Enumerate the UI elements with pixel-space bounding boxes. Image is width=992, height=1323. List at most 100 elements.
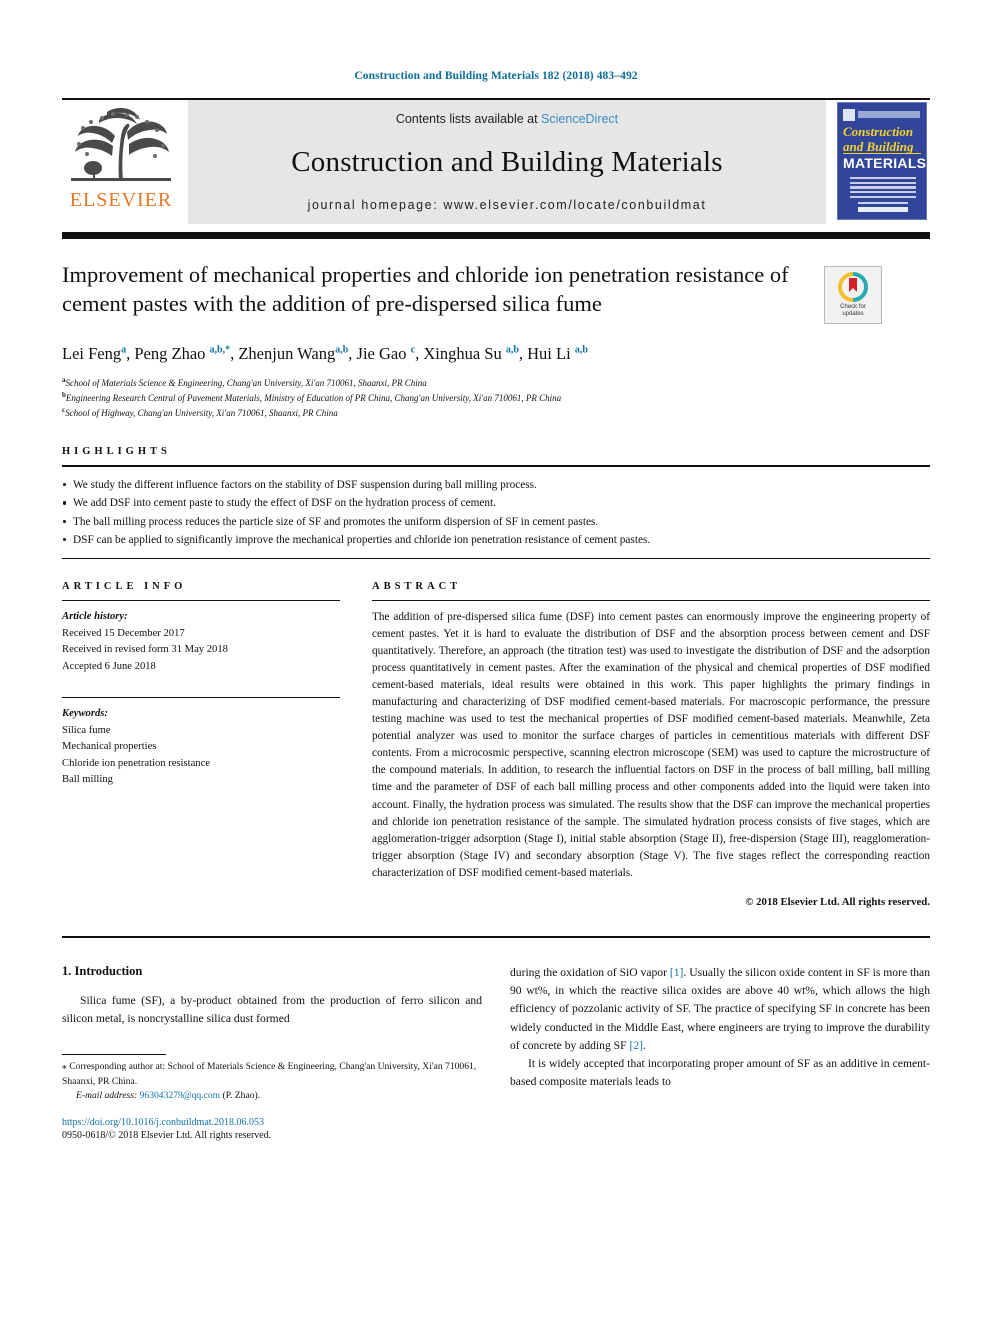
cover-top-bar bbox=[858, 111, 920, 118]
cover-publisher-mark bbox=[843, 109, 855, 121]
keywords-label: Keywords: bbox=[62, 708, 108, 720]
elsevier-tree-icon bbox=[71, 108, 171, 181]
article-info-heading: ARTICLE INFO bbox=[62, 581, 187, 593]
affiliation-item: aSchool of Materials Science & Engineeri… bbox=[62, 375, 930, 390]
keyword-item: Mechanical properties bbox=[62, 741, 157, 753]
email-link[interactable]: 963043279@qq.com bbox=[140, 1090, 221, 1101]
author-name: Peng Zhao bbox=[134, 344, 206, 363]
cover-line-3: MATERIALS bbox=[843, 155, 927, 171]
author-affil-marker: a,b,* bbox=[209, 344, 231, 356]
email-note: E-mail address: 963043279@qq.com (P. Zha… bbox=[62, 1089, 482, 1103]
author-item[interactable]: Hui Li a,b bbox=[527, 344, 588, 363]
keyword-item: Silica fume bbox=[62, 724, 111, 736]
crossmark-label: Check for updates bbox=[840, 304, 866, 319]
abstract-text: The addition of pre-dispersed silica fum… bbox=[372, 611, 930, 879]
crossmark-label-line1: Check for bbox=[840, 303, 866, 310]
affiliation-item: bEngineering Research Central of Pavemen… bbox=[62, 390, 930, 405]
history-item: Accepted 6 June 2018 bbox=[62, 660, 156, 672]
author-name: Zhenjun Wang bbox=[238, 344, 336, 363]
article-history: Article history: Received 15 December 20… bbox=[62, 601, 340, 675]
history-item: Received in revised form 31 May 2018 bbox=[62, 644, 228, 656]
masthead-black-bar bbox=[62, 232, 930, 239]
doi-link[interactable]: https://doi.org/10.1016/j.conbuildmat.20… bbox=[62, 1115, 482, 1130]
author-affil-marker: a,b bbox=[335, 344, 349, 356]
affiliation-item: cSchool of Highway, Chang'an University,… bbox=[62, 405, 930, 420]
affiliation-text: School of Materials Science & Engineerin… bbox=[65, 378, 427, 388]
keyword-item: Chloride ion penetration resistance bbox=[62, 757, 210, 769]
author-item[interactable]: Jie Gao c bbox=[357, 344, 416, 363]
citation-ref-1[interactable]: [1] bbox=[670, 966, 684, 979]
contents-prefix: Contents lists available at bbox=[395, 112, 542, 126]
author-name: Hui Li bbox=[527, 344, 571, 363]
contents-available-line: Contents lists available at ScienceDirec… bbox=[396, 112, 618, 126]
highlights-list: We study the different influence factors… bbox=[62, 467, 930, 558]
author-item[interactable]: Zhenjun Wanga,b bbox=[238, 344, 348, 363]
journal-title: Construction and Building Materials bbox=[291, 145, 723, 178]
affiliation-text: Engineering Research Central of Pavement… bbox=[65, 393, 562, 404]
email-label: E-mail address: bbox=[76, 1089, 138, 1101]
crossmark-icon bbox=[838, 271, 868, 302]
author-affil-marker: c bbox=[410, 344, 416, 356]
list-item: We study the different influence factors… bbox=[62, 476, 930, 494]
highlights-bottom-rule bbox=[62, 558, 930, 560]
cover-blurb bbox=[850, 177, 916, 199]
title-block: Improvement of mechanical properties and… bbox=[62, 260, 930, 324]
author-affil-marker: a,b bbox=[505, 344, 519, 356]
article-info-section: ARTICLE INFO Article history: Received 1… bbox=[62, 581, 340, 907]
keywords-block: Keywords: Silica fume Mechanical propert… bbox=[62, 698, 340, 789]
elsevier-logo: ELSEVIER bbox=[62, 100, 180, 224]
corresponding-author-text: ⁎ Corresponding author at: School of Mat… bbox=[62, 1061, 477, 1087]
page-title: Improvement of mechanical properties and… bbox=[62, 262, 789, 317]
list-item: The ball milling process reduces the par… bbox=[62, 513, 930, 531]
abstract-copyright: © 2018 Elsevier Ltd. All rights reserved… bbox=[745, 895, 930, 908]
author-name: Xinghua Su bbox=[423, 344, 502, 363]
list-item: We add DSF into cement paste to study th… bbox=[62, 494, 930, 512]
highlights-section: HIGHLIGHTS We study the different influe… bbox=[62, 446, 930, 560]
cover-divider bbox=[843, 153, 921, 154]
journal-masthead: ELSEVIER Contents lists available at Sci… bbox=[62, 98, 930, 239]
cover-line-1: Construction bbox=[843, 124, 914, 139]
running-head: Construction and Building Materials 182 … bbox=[354, 70, 638, 82]
highlights-heading: HIGHLIGHTS bbox=[62, 446, 171, 458]
section-divider-rule bbox=[62, 935, 930, 938]
intro-right-paragraph-1: during the oxidation of SiO vapor [1]. U… bbox=[510, 964, 930, 1056]
affiliation-text: School of Highway, Chang'an University, … bbox=[65, 408, 338, 419]
footnote-rule bbox=[62, 1054, 166, 1056]
article-history-label: Article history: bbox=[62, 611, 128, 623]
body-column-right: during the oxidation of SiO vapor [1]. U… bbox=[510, 964, 930, 1142]
crossmark-label-line2: updates bbox=[842, 311, 864, 317]
elsevier-wordmark: ELSEVIER bbox=[69, 189, 173, 211]
citation-ref-2[interactable]: [2] bbox=[629, 1039, 643, 1052]
paper-page: Construction and Building Materials 182 … bbox=[0, 0, 992, 1323]
masthead-center: Contents lists available at ScienceDirec… bbox=[188, 100, 826, 224]
body-column-left: 1. Introduction Silica fume (SF), a by-p… bbox=[62, 963, 482, 1142]
journal-cover-thumbnail: Construction and Building MATERIALS bbox=[834, 100, 930, 224]
history-item: Received 15 December 2017 bbox=[62, 627, 185, 639]
body-columns: 1. Introduction Silica fume (SF), a by-p… bbox=[62, 963, 930, 1142]
author-affil-marker: a,b bbox=[574, 344, 588, 356]
introduction-heading: 1. Introduction bbox=[62, 963, 143, 978]
crossmark-badge[interactable]: Check for updates bbox=[824, 266, 882, 324]
author-name: Jie Gao bbox=[356, 344, 407, 363]
author-item[interactable]: Peng Zhao a,b,* bbox=[134, 344, 230, 363]
intro-right-text-a: during the oxidation of SiO vapor bbox=[510, 965, 670, 979]
author-affil-marker: a bbox=[121, 344, 127, 356]
cover-footer bbox=[858, 202, 908, 212]
email-suffix: (P. Zhao). bbox=[220, 1089, 261, 1101]
affiliation-list: aSchool of Materials Science & Engineeri… bbox=[62, 375, 930, 420]
keyword-item: Ball milling bbox=[62, 774, 113, 786]
abstract-section: ABSTRACT The addition of pre-dispersed s… bbox=[372, 581, 930, 908]
list-item: DSF can be applied to significantly impr… bbox=[62, 531, 930, 549]
intro-right-text-c: . bbox=[642, 1038, 646, 1052]
journal-homepage-link[interactable]: journal homepage: www.elsevier.com/locat… bbox=[308, 198, 707, 212]
sciencedirect-link[interactable]: ScienceDirect bbox=[541, 112, 618, 126]
author-item[interactable]: Xinghua Su a,b bbox=[423, 344, 519, 363]
issn-copyright: 0950-0618/© 2018 Elsevier Ltd. All right… bbox=[62, 1130, 272, 1142]
author-list: Lei Fenga, Peng Zhao a,b,*, Zhenjun Wang… bbox=[62, 344, 588, 363]
info-abstract-block: ARTICLE INFO Article history: Received 1… bbox=[62, 581, 930, 908]
author-name: Lei Feng bbox=[62, 344, 122, 363]
abstract-heading: ABSTRACT bbox=[372, 581, 462, 593]
author-item[interactable]: Lei Fenga bbox=[62, 344, 126, 363]
intro-right-paragraph-2: It is widely accepted that incorporating… bbox=[510, 1057, 930, 1089]
introduction-paragraph: Silica fume (SF), a by-product obtained … bbox=[62, 993, 482, 1025]
